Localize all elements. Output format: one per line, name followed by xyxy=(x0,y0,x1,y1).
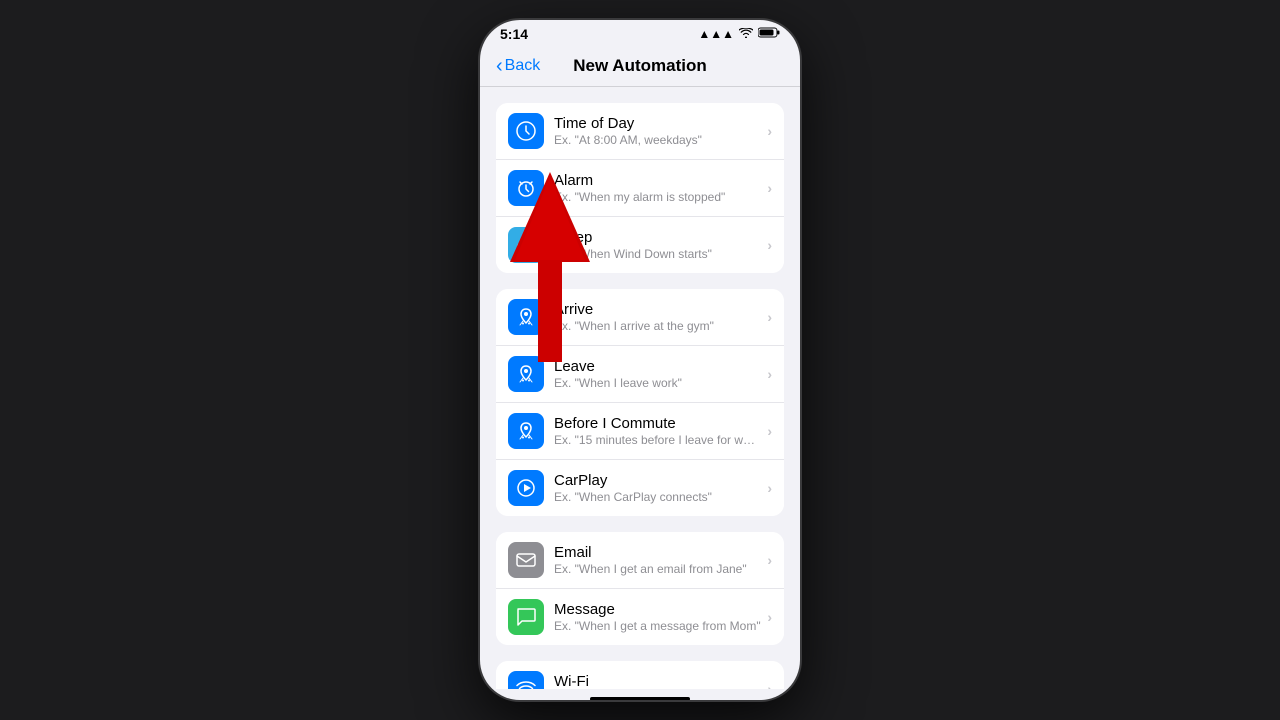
message-title: Message xyxy=(554,601,761,618)
email-icon xyxy=(508,542,544,578)
status-time: 5:14 xyxy=(500,26,528,42)
battery-icon xyxy=(758,27,780,41)
wifi-icon xyxy=(508,671,544,689)
time-of-day-title: Time of Day xyxy=(554,115,761,132)
list-group-communication: Email Ex. "When I get an email from Jane… xyxy=(496,532,784,645)
arrive-subtitle: Ex. "When I arrive at the gym" xyxy=(554,319,761,333)
chevron-icon: › xyxy=(767,480,772,496)
list-item-leave[interactable]: Leave Ex. "When I leave work" › xyxy=(496,346,784,403)
content-scroll[interactable]: Time of Day Ex. "At 8:00 AM, weekdays" › xyxy=(480,87,800,689)
back-arrow-icon: ‹ xyxy=(496,56,503,76)
list-item-sleep[interactable]: Sleep Ex. "When Wind Down starts" › xyxy=(496,217,784,273)
nav-bar: ‹ Back New Automation xyxy=(480,48,800,87)
home-bar xyxy=(590,697,690,700)
chevron-icon: › xyxy=(767,609,772,625)
wifi-text: Wi-Fi Ex. "When my iPhone joins home Wi-… xyxy=(554,673,761,689)
email-subtitle: Ex. "When I get an email from Jane" xyxy=(554,562,761,576)
home-indicator[interactable] xyxy=(480,689,800,700)
time-of-day-subtitle: Ex. "At 8:00 AM, weekdays" xyxy=(554,133,761,147)
carplay-text: CarPlay Ex. "When CarPlay connects" xyxy=(554,472,761,504)
leave-text: Leave Ex. "When I leave work" xyxy=(554,358,761,390)
carplay-icon xyxy=(508,470,544,506)
alarm-title: Alarm xyxy=(554,172,761,189)
sleep-icon xyxy=(508,227,544,263)
chevron-icon: › xyxy=(767,309,772,325)
alarm-text: Alarm Ex. "When my alarm is stopped" xyxy=(554,172,761,204)
status-icons: ▲▲▲ xyxy=(698,27,780,41)
message-subtitle: Ex. "When I get a message from Mom" xyxy=(554,619,761,633)
chevron-icon: › xyxy=(767,681,772,689)
signal-icon: ▲▲▲ xyxy=(698,27,734,41)
list-group-connectivity: Wi-Fi Ex. "When my iPhone joins home Wi-… xyxy=(496,661,784,689)
alarm-subtitle: Ex. "When my alarm is stopped" xyxy=(554,190,761,204)
before-commute-text: Before I Commute Ex. "15 minutes before … xyxy=(554,415,761,447)
leave-icon xyxy=(508,356,544,392)
section-location-based: Arrive Ex. "When I arrive at the gym" › xyxy=(480,289,800,516)
list-item-arrive[interactable]: Arrive Ex. "When I arrive at the gym" › xyxy=(496,289,784,346)
status-bar: 5:14 ▲▲▲ xyxy=(480,20,800,48)
chevron-icon: › xyxy=(767,423,772,439)
time-of-day-icon xyxy=(508,113,544,149)
list-item-carplay[interactable]: CarPlay Ex. "When CarPlay connects" › xyxy=(496,460,784,516)
arrive-icon xyxy=(508,299,544,335)
section-communication: Email Ex. "When I get an email from Jane… xyxy=(480,532,800,645)
section-time-based: Time of Day Ex. "At 8:00 AM, weekdays" › xyxy=(480,103,800,273)
chevron-icon: › xyxy=(767,180,772,196)
list-item-email[interactable]: Email Ex. "When I get an email from Jane… xyxy=(496,532,784,589)
carplay-subtitle: Ex. "When CarPlay connects" xyxy=(554,490,761,504)
email-title: Email xyxy=(554,544,761,561)
chevron-icon: › xyxy=(767,366,772,382)
section-connectivity: Wi-Fi Ex. "When my iPhone joins home Wi-… xyxy=(480,661,800,689)
email-text: Email Ex. "When I get an email from Jane… xyxy=(554,544,761,576)
before-commute-subtitle: Ex. "15 minutes before I leave for work" xyxy=(554,433,761,447)
carplay-title: CarPlay xyxy=(554,472,761,489)
sleep-title: Sleep xyxy=(554,229,761,246)
list-item-before-commute[interactable]: Before I Commute Ex. "15 minutes before … xyxy=(496,403,784,460)
page-title: New Automation xyxy=(573,56,706,76)
sleep-subtitle: Ex. "When Wind Down starts" xyxy=(554,247,761,261)
message-icon xyxy=(508,599,544,635)
list-group-location: Arrive Ex. "When I arrive at the gym" › xyxy=(496,289,784,516)
leave-subtitle: Ex. "When I leave work" xyxy=(554,376,761,390)
before-commute-title: Before I Commute xyxy=(554,415,761,432)
back-button[interactable]: ‹ Back xyxy=(496,56,540,76)
chevron-icon: › xyxy=(767,237,772,253)
wifi-icon xyxy=(739,27,753,41)
list-item-message[interactable]: Message Ex. "When I get a message from M… xyxy=(496,589,784,645)
alarm-icon xyxy=(508,170,544,206)
chevron-icon: › xyxy=(767,123,772,139)
message-text: Message Ex. "When I get a message from M… xyxy=(554,601,761,633)
list-item-wifi[interactable]: Wi-Fi Ex. "When my iPhone joins home Wi-… xyxy=(496,661,784,689)
phone-frame: 5:14 ▲▲▲ ‹ Back xyxy=(480,20,800,700)
before-commute-icon xyxy=(508,413,544,449)
arrive-text: Arrive Ex. "When I arrive at the gym" xyxy=(554,301,761,333)
time-of-day-text: Time of Day Ex. "At 8:00 AM, weekdays" xyxy=(554,115,761,147)
list-item-alarm[interactable]: Alarm Ex. "When my alarm is stopped" › xyxy=(496,160,784,217)
sleep-text: Sleep Ex. "When Wind Down starts" xyxy=(554,229,761,261)
leave-title: Leave xyxy=(554,358,761,375)
arrive-title: Arrive xyxy=(554,301,761,318)
list-group-time: Time of Day Ex. "At 8:00 AM, weekdays" › xyxy=(496,103,784,273)
back-label: Back xyxy=(505,57,541,75)
chevron-icon: › xyxy=(767,552,772,568)
wifi-title: Wi-Fi xyxy=(554,673,761,689)
list-item-time-of-day[interactable]: Time of Day Ex. "At 8:00 AM, weekdays" › xyxy=(496,103,784,160)
